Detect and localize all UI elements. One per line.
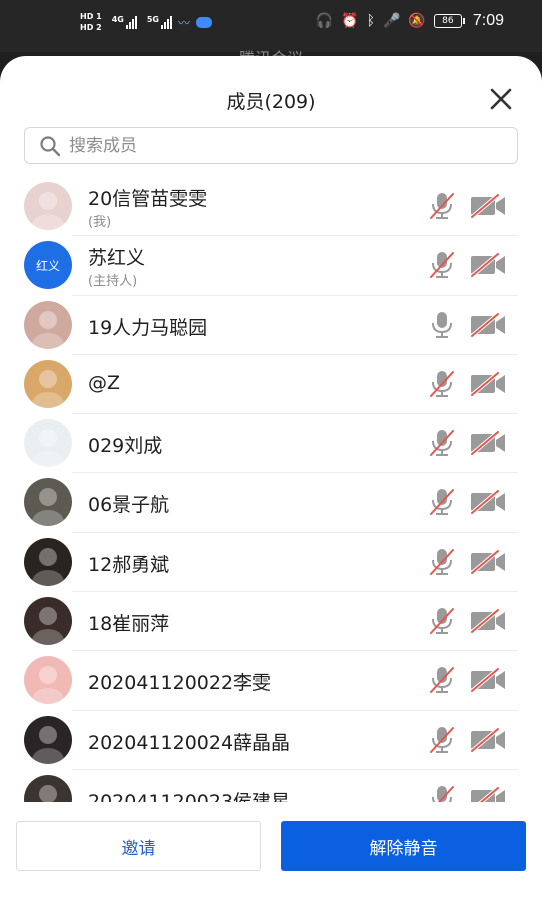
avatar [24, 300, 72, 349]
camera-off-icon[interactable] [468, 429, 508, 457]
member-name: 029刘成 [88, 435, 163, 458]
status-right: 🎧 ⏰ ᛒ 🎤 🔕 86 7:09 [316, 12, 504, 30]
mic-status-icon: 🎤 [382, 13, 401, 29]
member-name: 202041120024薛晶晶 [88, 731, 291, 754]
member-name: 12郝勇斌 [88, 553, 170, 576]
member-name: 06景子航 [88, 494, 170, 517]
avatar [24, 419, 72, 468]
alarm-icon: ⏰ [341, 13, 359, 29]
wave-icon: 〰 [177, 15, 190, 30]
close-icon[interactable] [488, 86, 514, 112]
signal-icon-2: 5G [147, 15, 172, 29]
mic-muted-icon[interactable] [428, 725, 456, 755]
camera-off-icon[interactable] [468, 548, 508, 576]
search-icon [40, 135, 61, 156]
avatar [24, 597, 72, 646]
camera-off-icon[interactable] [468, 192, 508, 220]
signal-icon: 4G [112, 15, 137, 29]
hd2-label: HD 2 [80, 23, 102, 32]
member-name: 苏红义 [88, 247, 146, 270]
member-list[interactable]: 20信管苗雯雯 (我) 红义 苏红义 (主持人) 19人力马聪园 @Z 029刘成 06景子航 1… [0, 177, 542, 803]
members-sheet: 成员(209) 20信管苗雯雯 (我) 红义苏红义 (主持人) 19人力马聪园 @Z 029… [0, 56, 542, 910]
member-name: 20信管苗雯雯 [88, 188, 208, 210]
member-row[interactable]: @Z [0, 355, 542, 415]
sheet-title: 成员(209) [226, 91, 316, 113]
bluetooth-icon: ᛒ [366, 13, 375, 29]
mic-muted-icon[interactable] [428, 547, 456, 577]
avatar [24, 359, 72, 408]
camera-off-icon[interactable] [468, 488, 508, 516]
mic-muted-icon[interactable] [428, 665, 456, 695]
member-row[interactable]: 12郝勇斌 [0, 533, 542, 593]
mic-muted-icon[interactable] [428, 191, 456, 221]
status-time: 7:09 [472, 12, 504, 29]
member-row[interactable]: 202041120023侯建星 [0, 770, 542, 803]
member-row[interactable]: 19人力马聪园 [0, 296, 542, 355]
avatar [24, 774, 72, 803]
battery-icon: 86 [433, 14, 465, 28]
camera-off-icon[interactable] [468, 666, 508, 694]
silent-icon: 🔕 [408, 13, 426, 29]
mic-icon[interactable] [428, 310, 456, 340]
camera-off-icon[interactable] [468, 785, 508, 803]
member-name: 202041120022李雯 [88, 672, 272, 695]
avatar [24, 182, 72, 230]
member-row[interactable]: 20信管苗雯雯 (我) [0, 177, 542, 237]
member-row[interactable]: 18崔丽萍 [0, 592, 542, 652]
net2-label: 5G [146, 15, 159, 24]
status-left: HD 1 HD 2 4G 5G 〰 [80, 12, 212, 32]
hd-indicator: HD 1 HD 2 [80, 12, 102, 32]
mic-muted-icon[interactable] [428, 428, 456, 458]
member-name: 18崔丽萍 [88, 613, 170, 636]
member-row[interactable]: 202041120022李雯 [0, 651, 542, 711]
invite-button[interactable]: 邀请 [16, 821, 261, 871]
sheet-header: 成员(209) [0, 56, 542, 126]
hd1-label: HD 1 [80, 12, 102, 21]
member-name: 202041120023侯建星 [88, 790, 291, 803]
bottom-actions: 邀请 解除静音 [0, 802, 542, 910]
mic-muted-icon[interactable] [428, 784, 456, 803]
headphones-icon: 🎧 [315, 13, 334, 29]
member-row[interactable]: 029刘成 [0, 414, 542, 474]
avatar: 红义 [24, 241, 72, 290]
camera-off-icon[interactable] [468, 311, 508, 339]
member-role: (我) [88, 215, 112, 230]
search-box[interactable] [24, 127, 518, 164]
avatar [24, 656, 72, 705]
member-row[interactable]: 06景子航 [0, 473, 542, 533]
camera-off-icon[interactable] [468, 607, 508, 635]
avatar [24, 478, 72, 527]
camera-off-icon[interactable] [468, 726, 508, 754]
mic-muted-icon[interactable] [428, 606, 456, 636]
member-row[interactable]: 红义 苏红义 (主持人) [0, 236, 542, 296]
battery-level: 86 [433, 14, 462, 28]
camera-off-icon[interactable] [468, 251, 508, 279]
member-name: @Z [88, 371, 121, 394]
member-name: 19人力马聪园 [88, 316, 208, 339]
mic-muted-icon[interactable] [428, 369, 456, 399]
member-role: (主持人) [88, 274, 138, 290]
avatar [24, 715, 72, 764]
cloud-icon [195, 16, 212, 28]
member-row[interactable]: 202041120024薛晶晶 [0, 711, 542, 770]
net1-label: 4G [111, 15, 124, 24]
unmute-button[interactable]: 解除静音 [281, 821, 526, 871]
camera-off-icon[interactable] [468, 370, 508, 398]
status-bar: HD 1 HD 2 4G 5G 〰 🎧 ⏰ ᛒ 🎤 🔕 86 7:09 腾讯会议 [0, 0, 542, 68]
mic-muted-icon[interactable] [428, 250, 456, 280]
avatar [24, 537, 72, 586]
search-input[interactable] [69, 135, 489, 156]
mic-muted-icon[interactable] [428, 487, 456, 517]
